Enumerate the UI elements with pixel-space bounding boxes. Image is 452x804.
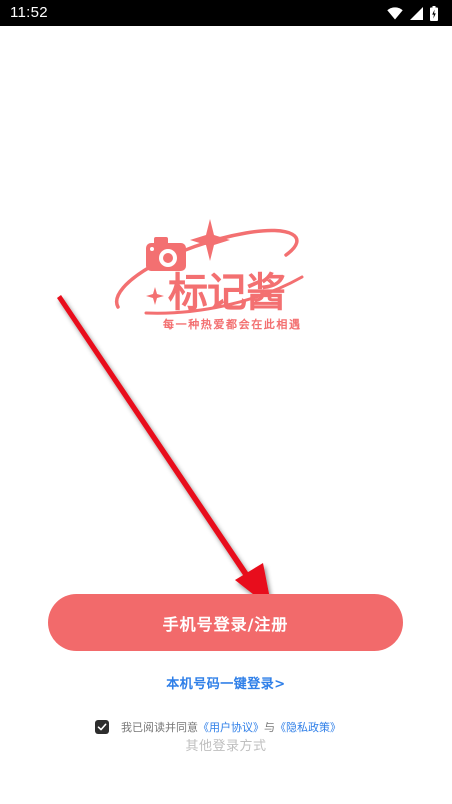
phone-login-button[interactable]: 手机号登录/注册 [48, 594, 403, 651]
agreement-conjunction: 与 [264, 721, 275, 734]
check-icon [97, 723, 107, 731]
user-agreement-link[interactable]: 《用户协议》 [198, 721, 264, 734]
other-login-methods[interactable]: 其他登录方式 [0, 735, 452, 754]
agreement-checkbox[interactable] [95, 720, 109, 734]
agreement-prefix: 我已阅读并同意 [121, 721, 198, 734]
agreement-text: 我已阅读并同意《用户协议》与《隐私政策》 [121, 719, 341, 735]
one-key-login-link[interactable]: 本机号码一键登录> [0, 673, 452, 692]
privacy-policy-link[interactable]: 《隐私政策》 [275, 721, 341, 734]
agreement-row: 我已阅读并同意《用户协议》与《隐私政策》 [95, 718, 341, 736]
